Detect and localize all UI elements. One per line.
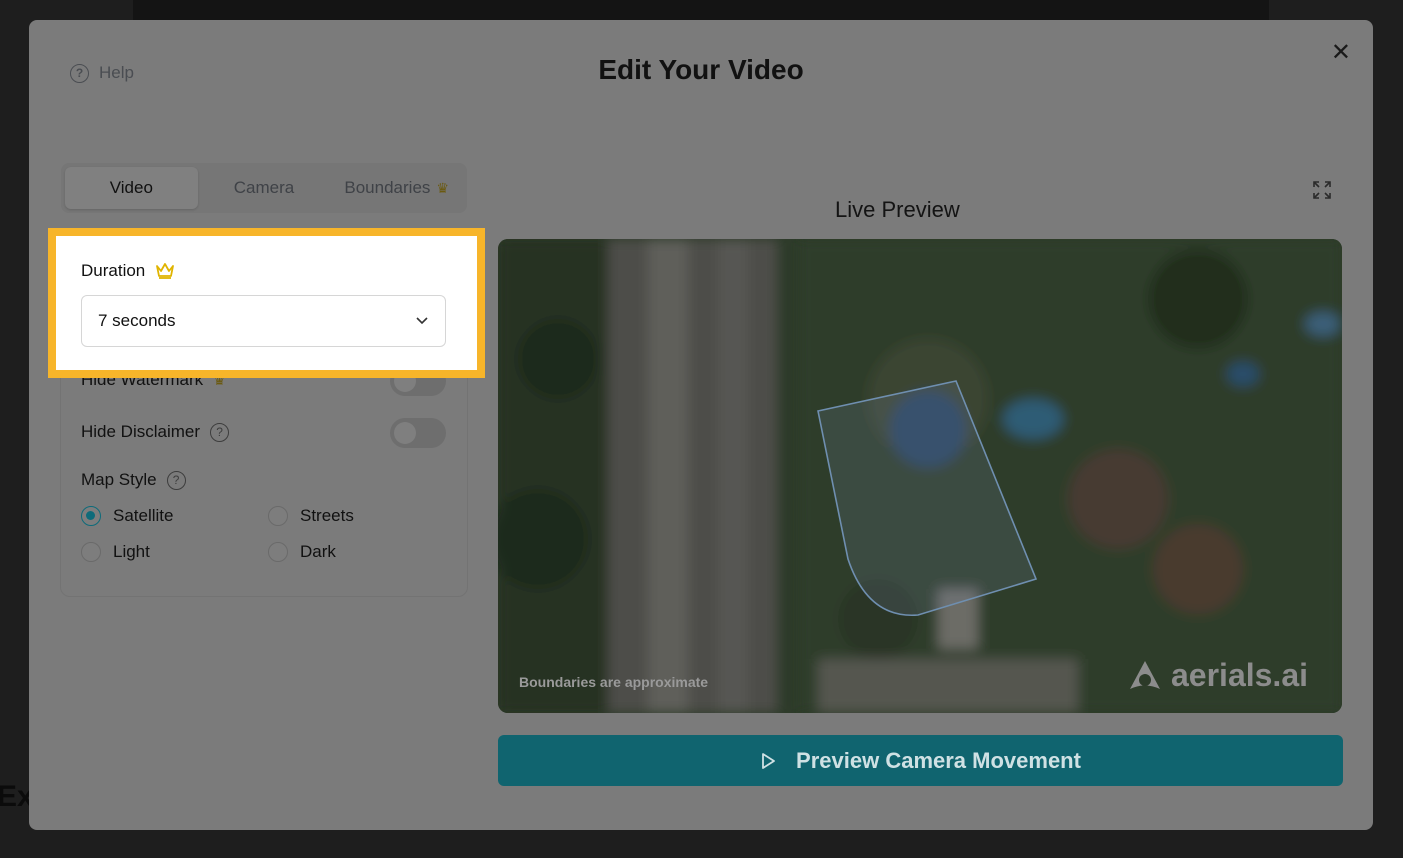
play-icon: [762, 752, 775, 769]
tab-boundaries[interactable]: Boundaries ♛: [330, 167, 463, 209]
map-style-label: Map Style: [81, 470, 157, 489]
radio-selected: [81, 506, 101, 526]
preview-camera-movement-button[interactable]: Preview Camera Movement: [498, 735, 1343, 786]
settings-tabs: Video Camera Boundaries ♛: [61, 163, 467, 213]
radio: [81, 542, 101, 562]
duration-label: Duration: [81, 261, 146, 280]
crown-icon: [156, 263, 175, 279]
live-preview-map[interactable]: Boundaries are approximate aerials.ai: [498, 239, 1342, 713]
tab-camera[interactable]: Camera: [198, 167, 331, 209]
crown-icon: ♛: [436, 179, 449, 196]
background-top-bar: [133, 0, 1269, 20]
radio: [268, 542, 288, 562]
tab-video[interactable]: Video: [65, 167, 198, 209]
radio: [268, 506, 288, 526]
duration-value: 7 seconds: [98, 311, 176, 330]
aerials-logo-icon: [1130, 660, 1160, 689]
duration-select[interactable]: 7 seconds: [81, 295, 446, 347]
map-style-dark[interactable]: Dark: [268, 542, 336, 562]
preview-button-label: Preview Camera Movement: [796, 747, 1081, 773]
map-style-streets[interactable]: Streets: [268, 506, 354, 526]
live-preview-title: Live Preview: [835, 197, 960, 222]
map-style-satellite[interactable]: Satellite: [81, 506, 173, 526]
expand-icon[interactable]: [1312, 180, 1332, 205]
modal-title: Edit Your Video: [598, 54, 804, 85]
map-style-light[interactable]: Light: [81, 542, 150, 562]
satellite-map-image: [498, 239, 1342, 713]
boundaries-disclaimer: Boundaries are approximate: [519, 674, 709, 690]
hide-disclaimer-toggle[interactable]: [390, 418, 446, 448]
help-icon[interactable]: ?: [210, 422, 230, 442]
duration-label-row: Duration: [81, 261, 175, 281]
hide-disclaimer-label: Hide Disclaimer: [81, 422, 201, 441]
aerials-logo: aerials.ai: [1127, 657, 1308, 694]
chevron-down-icon: [416, 317, 428, 325]
close-icon[interactable]: ✕: [1331, 38, 1351, 67]
help-icon[interactable]: ?: [166, 470, 186, 490]
